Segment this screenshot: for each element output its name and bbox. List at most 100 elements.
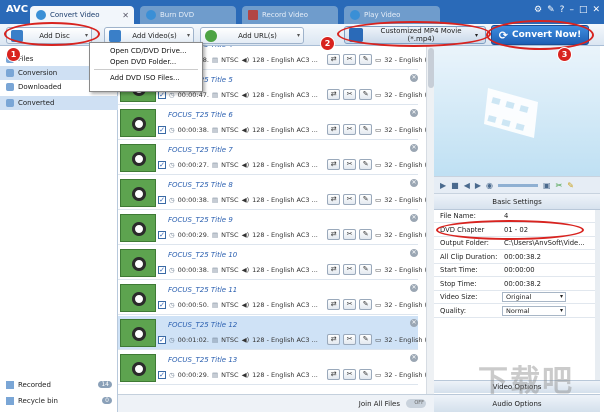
play-icon[interactable]: ▶: [440, 181, 446, 190]
effects-button[interactable]: ✎: [359, 89, 373, 100]
remove-row-icon[interactable]: ✕: [410, 354, 418, 362]
effects-button[interactable]: ✎: [359, 54, 373, 65]
edit-button[interactable]: ⇄: [327, 124, 341, 135]
row-title[interactable]: FOCUS_T25 Title 10: [168, 251, 237, 259]
cut-button[interactable]: ✂: [343, 229, 357, 240]
row-title[interactable]: FOCUS_T25 Title 6: [168, 111, 233, 119]
settings-value[interactable]: 00:00:00: [504, 266, 596, 274]
edit-button[interactable]: ⇄: [327, 299, 341, 310]
file-row[interactable]: FOCUS_T25 Title 10 ✓ ◷ 00:00:38. ▤ NTSC ◀) 128 …: [118, 246, 428, 280]
row-subtitle[interactable]: 32 - English (Eng...: [384, 336, 428, 344]
snapshot-icon[interactable]: ▣: [543, 181, 551, 190]
row-checkbox[interactable]: ✓: [158, 195, 166, 204]
tab-record-video[interactable]: Record Video: [242, 6, 338, 24]
row-checkbox[interactable]: ✓: [158, 265, 166, 274]
video-thumbnail[interactable]: [120, 144, 156, 172]
settings-value[interactable]: C:\Users\AnvSoft\Vide...: [504, 239, 596, 247]
row-audio-track[interactable]: 128 - English AC3 ...: [252, 126, 324, 134]
row-subtitle[interactable]: 32 - English (Eng...: [384, 371, 428, 379]
video-thumbnail[interactable]: [120, 319, 156, 347]
row-title[interactable]: FOCUS_T25 Title 7: [168, 146, 233, 154]
settings-select[interactable]: Original: [502, 292, 566, 302]
video-thumbnail[interactable]: [120, 179, 156, 207]
video-thumbnail[interactable]: [120, 284, 156, 312]
settings-scrollbar[interactable]: [595, 210, 600, 380]
row-checkbox[interactable]: ✓: [158, 160, 166, 169]
row-audio-track[interactable]: 128 - English AC3 ...: [252, 301, 324, 309]
effects-button[interactable]: ✎: [359, 194, 373, 205]
remove-row-icon[interactable]: ✕: [410, 319, 418, 327]
rewind-icon[interactable]: ◀: [464, 181, 470, 190]
settings-icon[interactable]: ⚙: [534, 5, 542, 15]
effect-icon[interactable]: ✎: [567, 181, 574, 190]
sidebar-item-recorded[interactable]: Recorded 14: [0, 378, 118, 391]
tab-burn-dvd[interactable]: Burn DVD: [140, 6, 236, 24]
row-subtitle[interactable]: 32 - English (Eng...: [384, 56, 428, 64]
video-thumbnail[interactable]: [120, 354, 156, 382]
close-tab-icon[interactable]: ✕: [122, 11, 129, 20]
settings-value[interactable]: 4: [504, 212, 596, 220]
file-row[interactable]: FOCUS_T25 Title 9 ✓ ◷ 00:00:29. ▤ NTSC ◀) 128 -…: [118, 211, 428, 245]
edit-button[interactable]: ⇄: [327, 54, 341, 65]
effects-button[interactable]: ✎: [359, 264, 373, 275]
row-title[interactable]: FOCUS_T25 Title 12: [168, 321, 237, 329]
cut-button[interactable]: ✂: [343, 124, 357, 135]
cut-icon[interactable]: ✂: [556, 181, 563, 190]
row-title[interactable]: FOCUS_T25 Title 9: [168, 216, 233, 224]
volume-slider[interactable]: [498, 183, 539, 187]
video-thumbnail[interactable]: [120, 214, 156, 242]
edit-button[interactable]: ⇄: [327, 334, 341, 345]
file-row[interactable]: FOCUS_T25 Title 12 ✓ ◷ 00:01:02. ▤ NTSC ◀) 128 …: [118, 316, 428, 350]
row-subtitle[interactable]: 32 - English (Eng...: [384, 196, 428, 204]
row-subtitle[interactable]: 32 - English (Eng...: [384, 91, 428, 99]
remove-row-icon[interactable]: ✕: [410, 284, 418, 292]
settings-value[interactable]: 00:00:38.2: [504, 253, 596, 261]
edit-button[interactable]: ⇄: [327, 369, 341, 380]
join-toggle[interactable]: OFF: [406, 399, 426, 408]
row-checkbox[interactable]: ✓: [158, 300, 166, 309]
row-audio-track[interactable]: 128 - English AC3 ...: [252, 161, 324, 169]
cut-button[interactable]: ✂: [343, 159, 357, 170]
video-thumbnail[interactable]: [120, 249, 156, 277]
row-audio-track[interactable]: 128 - English AC3 ...: [252, 56, 324, 64]
edit-button[interactable]: ⇄: [327, 89, 341, 100]
menu-item-open-drive[interactable]: Open CD/DVD Drive...: [90, 45, 202, 56]
video-thumbnail[interactable]: [120, 109, 156, 137]
row-checkbox[interactable]: ✓: [158, 370, 166, 379]
effects-button[interactable]: ✎: [359, 369, 373, 380]
file-row[interactable]: FOCUS_T25 Title 11 ✓ ◷ 00:00:50. ▤ NTSC ◀) 128 …: [118, 281, 428, 315]
maximize-icon[interactable]: □: [579, 5, 588, 15]
sidebar-item-recycle-bin[interactable]: Recycle bin 0: [0, 394, 118, 407]
cut-button[interactable]: ✂: [343, 334, 357, 345]
edit-button[interactable]: ⇄: [327, 264, 341, 275]
effects-button[interactable]: ✎: [359, 124, 373, 135]
row-audio-track[interactable]: 128 - English AC3 ...: [252, 91, 324, 99]
volume-icon[interactable]: ◉: [486, 181, 493, 190]
remove-row-icon[interactable]: ✕: [410, 109, 418, 117]
row-title[interactable]: FOCUS_T25 Title 8: [168, 181, 233, 189]
edit-button[interactable]: ⇄: [327, 229, 341, 240]
row-subtitle[interactable]: 32 - English (Eng...: [384, 266, 428, 274]
settings-value[interactable]: 00:00:38.2: [504, 280, 596, 288]
menu-item-add-iso[interactable]: Add DVD ISO Files...: [90, 72, 202, 83]
file-row[interactable]: FOCUS_T25 Title 13 ✓ ◷ 00:00:29. ▤ NTSC ◀) 128 …: [118, 351, 428, 385]
row-subtitle[interactable]: 32 - English (Eng...: [384, 126, 428, 134]
stop-icon[interactable]: ■: [451, 181, 459, 190]
add-urls-button[interactable]: Add URL(s) ▾: [200, 27, 304, 44]
edit-button[interactable]: ⇄: [327, 194, 341, 205]
sidebar-item-converted[interactable]: Converted: [0, 96, 118, 110]
cut-button[interactable]: ✂: [343, 194, 357, 205]
cut-button[interactable]: ✂: [343, 369, 357, 380]
effects-button[interactable]: ✎: [359, 229, 373, 240]
row-subtitle[interactable]: 32 - English (Eng...: [384, 161, 428, 169]
row-audio-track[interactable]: 128 - English AC3 ...: [252, 371, 324, 379]
file-row[interactable]: FOCUS_T25 Title 6 ✓ ◷ 00:00:38. ▤ NTSC ◀) 128 -…: [118, 106, 428, 140]
basic-settings-header[interactable]: Basic Settings: [434, 194, 600, 210]
row-audio-track[interactable]: 128 - English AC3 ...: [252, 231, 324, 239]
effects-button[interactable]: ✎: [359, 299, 373, 310]
chevron-down-icon[interactable]: ▾: [184, 32, 193, 39]
row-audio-track[interactable]: 128 - English AC3 ...: [252, 266, 324, 274]
remove-row-icon[interactable]: ✕: [410, 249, 418, 257]
forward-icon[interactable]: ▶: [475, 181, 481, 190]
file-row[interactable]: FOCUS_T25 Title 7 ✓ ◷ 00:00:27. ▤ NTSC ◀) 128 -…: [118, 141, 428, 175]
